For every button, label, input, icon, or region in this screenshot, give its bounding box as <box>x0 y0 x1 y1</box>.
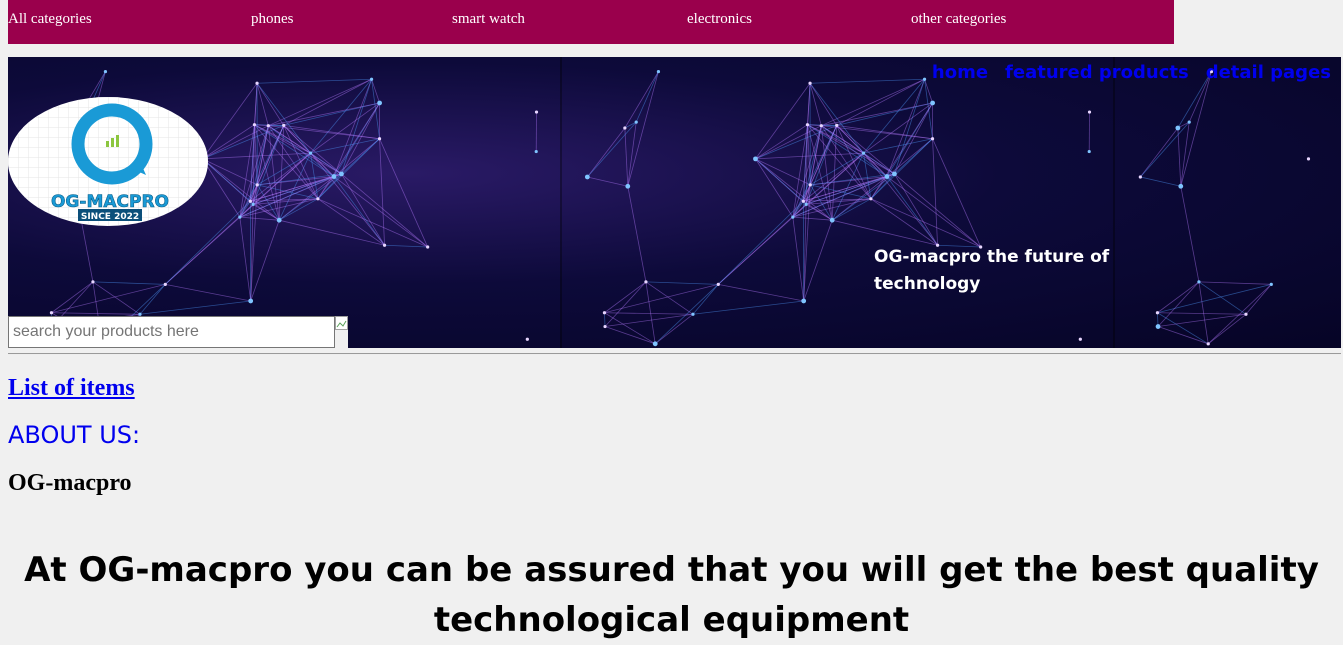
brand-logo[interactable]: OG-MACPRO SINCE 2022 <box>8 97 208 226</box>
about-us-heading: ABOUT US: <box>8 421 140 449</box>
header-banner: home featured products detail pages OG-MAC… <box>8 57 1341 348</box>
search-button-image[interactable] <box>335 316 348 348</box>
nav-link-detail-pages[interactable]: detail pages <box>1206 62 1331 83</box>
category-other[interactable]: other categories <box>911 11 1006 27</box>
category-smart-watch[interactable]: smart watch <box>452 11 525 27</box>
broken-image-icon <box>335 316 348 330</box>
category-phones[interactable]: phones <box>251 11 294 27</box>
banner-tagline: OG-macpro the future of technology <box>874 244 1134 298</box>
nav-link-home[interactable]: home <box>932 62 988 83</box>
banner-tile-divider <box>560 57 562 348</box>
category-electronics[interactable]: electronics <box>687 11 752 27</box>
category-all[interactable]: All categories <box>8 11 92 27</box>
logo-image: OG-MACPRO SINCE 2022 <box>8 97 208 226</box>
main-nav: home featured products detail pages <box>915 62 1331 83</box>
search-input[interactable] <box>8 316 335 348</box>
category-nav-bar: All categories phones smart watch electr… <box>8 0 1174 44</box>
list-of-items-link[interactable]: List of items <box>8 375 135 402</box>
network-background-image <box>8 57 1341 348</box>
section-divider <box>8 353 1341 355</box>
about-statement: At OG-macpro you can be assured that you… <box>0 545 1343 645</box>
brand-name-heading: OG-macpro <box>8 470 132 497</box>
banner-tile-divider <box>1113 57 1115 348</box>
logo-since-text: SINCE 2022 <box>81 212 139 222</box>
nav-link-featured-products[interactable]: featured products <box>1005 62 1189 83</box>
